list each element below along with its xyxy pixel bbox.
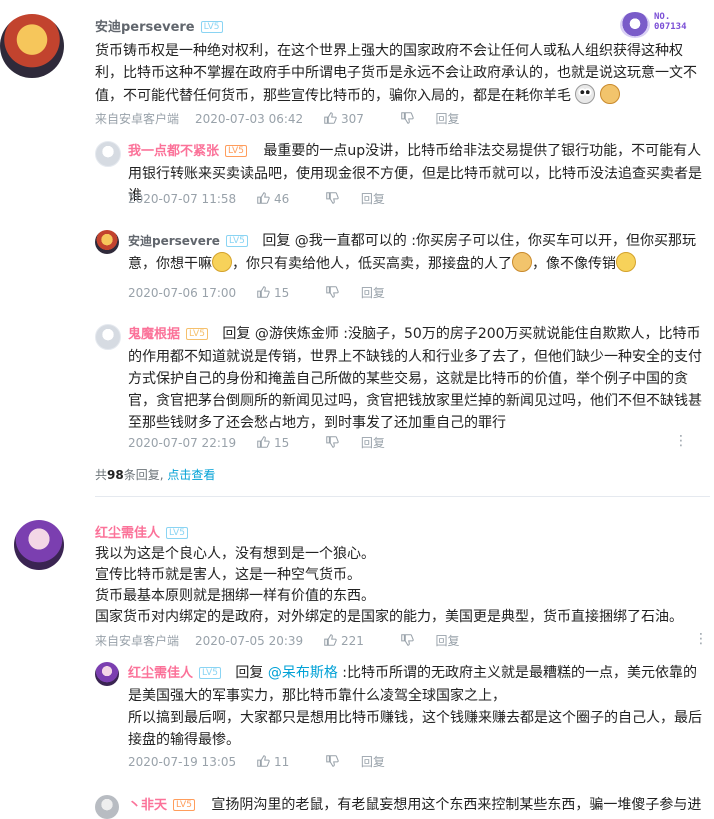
view-more-link[interactable]: 点击查看 (167, 468, 215, 482)
user-badge: NO. 007134 (620, 8, 708, 38)
thumb-up-icon (257, 192, 270, 204)
avatar[interactable] (95, 662, 119, 686)
reply-meta: 2020-07-06 17:00 15 回复 (128, 284, 401, 301)
reply-username[interactable]: 我一点都不紧张 (128, 144, 219, 159)
mention-link[interactable]: @呆布斯格 (268, 665, 338, 681)
badge-number: 007134 (654, 22, 687, 32)
thumb-down-icon[interactable] (400, 633, 414, 647)
reply-meta: 2020-07-07 22:19 15 回复 (128, 434, 401, 451)
reply-date: 2020-07-06 17:00 (128, 286, 237, 300)
divider (95, 496, 710, 497)
comment-meta: 来自安卓客户端 2020-07-05 20:39 221 回复 (95, 632, 476, 649)
reply-button[interactable]: 回复 (361, 436, 385, 450)
level-badge: LV5 (225, 235, 248, 247)
like-button[interactable]: 221 (323, 634, 380, 648)
badge-label: NO. (654, 12, 671, 22)
thumb-up-icon (257, 755, 270, 767)
reply-button[interactable]: 回复 (361, 286, 385, 300)
reply-username[interactable]: 丶非天 (128, 798, 167, 813)
reply-date: 2020-07-19 13:05 (128, 755, 237, 769)
reply-text: 安迪persevere LV5 回复 @我一直都可以的 :你买房子可以住，你买车可… (128, 233, 696, 272)
comment-username[interactable]: 安迪persevere LV5 (95, 16, 223, 35)
reply-username[interactable]: 红尘需佳人 (128, 666, 193, 681)
avatar[interactable] (0, 14, 64, 78)
avatar[interactable] (95, 141, 121, 167)
more-options-icon[interactable]: ⋮ (674, 434, 688, 448)
reply-button[interactable]: 回复 (361, 192, 385, 206)
thumb-down-icon[interactable] (325, 754, 339, 768)
avatar[interactable] (95, 795, 119, 819)
like-button[interactable]: 46 (256, 192, 305, 206)
reply-text: 鬼魔根据 LV5 回复 @游侠炼金师 :没脑子，50万的房子200万买就说能住自欺… (128, 326, 702, 431)
like-button[interactable]: 11 (256, 755, 305, 769)
comment-date: 2020-07-05 20:39 (195, 634, 304, 648)
thumb-up-icon (324, 634, 337, 646)
client-label: 来自安卓客户端 (95, 112, 180, 126)
thumb-up-icon (257, 436, 270, 448)
client-label: 来自安卓客户端 (95, 634, 180, 648)
panda-emoji-icon (575, 84, 596, 104)
comment-username[interactable]: 红尘需佳人 LV5 (95, 522, 188, 541)
comment-date: 2020-07-03 06:42 (195, 112, 304, 126)
avatar[interactable] (95, 230, 119, 254)
doge-emoji-icon (512, 252, 532, 272)
thumb-up-icon (324, 112, 337, 124)
level-badge: LV5 (199, 667, 221, 679)
reply-username[interactable]: 安迪persevere (128, 234, 220, 248)
reply-username[interactable]: 鬼魔根据 (128, 327, 180, 342)
thumb-down-icon[interactable] (325, 191, 339, 205)
level-badge: LV5 (166, 527, 188, 539)
reply-date: 2020-07-07 22:19 (128, 436, 237, 450)
level-badge: LV5 (186, 328, 208, 340)
thumb-down-icon[interactable] (325, 285, 339, 299)
reply-button[interactable]: 回复 (436, 112, 460, 126)
level-badge: LV5 (200, 21, 223, 33)
reply-text: 红尘需佳人 LV5 回复 @呆布斯格 :比特币所谓的无政府主义就是最糟糕的一点，美… (128, 665, 702, 748)
reply-date: 2020-07-07 11:58 (128, 192, 237, 206)
thumb-down-icon[interactable] (325, 435, 339, 449)
reply-button[interactable]: 回复 (361, 755, 385, 769)
reply-button[interactable]: 回复 (436, 634, 460, 648)
level-badge: LV5 (225, 145, 247, 157)
avatar[interactable] (14, 520, 64, 570)
laugh-cry-emoji-icon (616, 252, 636, 272)
comment-meta: 来自安卓客户端 2020-07-03 06:42 307 回复 (95, 110, 476, 127)
like-button[interactable]: 307 (323, 112, 380, 126)
thumb-down-icon[interactable] (400, 111, 414, 125)
level-badge: LV5 (173, 799, 195, 811)
like-button[interactable]: 15 (256, 436, 305, 450)
like-button[interactable]: 15 (256, 286, 305, 300)
awkward-emoji-icon (212, 252, 232, 272)
reply-meta: 2020-07-07 11:58 46 回复 (128, 190, 401, 207)
comment-text: 货币铸币权是一种绝对权利，在这个世界上强大的国家政府不会让任何人或私人组织获得这… (95, 43, 697, 104)
avatar[interactable] (95, 324, 121, 350)
reply-text: 丶非天 LV5 宣扬阴沟里的老鼠，有老鼠妄想用这个东西来控制某些东西，骗一堆傻子参… (128, 797, 702, 813)
view-more-replies: 共98条回复, 点击查看 (95, 468, 216, 482)
thumb-up-icon (257, 286, 270, 298)
more-options-icon[interactable]: ⋮ (694, 632, 708, 646)
reply-meta: 2020-07-19 13:05 11 回复 (128, 753, 401, 770)
doge-emoji-icon (599, 84, 620, 104)
comment-text: 我以为这是个良心人，没有想到是一个狼心。 宣传比特币就是害人，这是一种空气货币。… (95, 546, 683, 625)
